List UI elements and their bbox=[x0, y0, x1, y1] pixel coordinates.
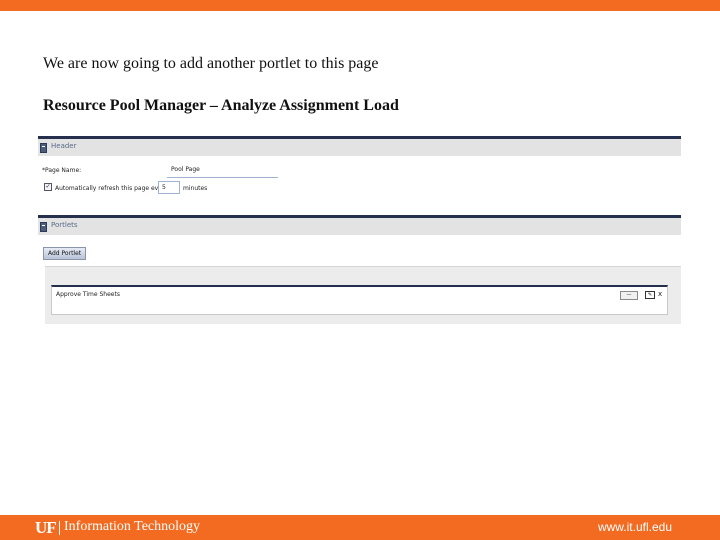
slide-intro-text: We are now going to add another portlet … bbox=[43, 55, 379, 72]
top-accent-bar bbox=[0, 0, 720, 11]
page-name-label: *Page Name: bbox=[42, 167, 82, 174]
uf-logo-mark: UF bbox=[35, 518, 57, 537]
collapse-toggle-icon[interactable] bbox=[40, 143, 47, 153]
minutes-label: minutes bbox=[183, 185, 208, 192]
logo-text: Information Technology bbox=[64, 519, 201, 534]
app-screenshot: Header *Page Name: ✓ Automatically refre… bbox=[38, 136, 681, 324]
close-icon[interactable]: x bbox=[658, 290, 662, 298]
portlet-title: Approve Time Sheets bbox=[56, 291, 120, 298]
portlet-options-select[interactable]: — bbox=[620, 291, 638, 300]
edit-icon[interactable]: ✎ bbox=[645, 291, 655, 299]
footer-url[interactable]: www.it.ufl.edu bbox=[598, 520, 672, 534]
header-section-bar[interactable]: Header bbox=[38, 136, 681, 156]
page-name-field[interactable] bbox=[167, 162, 278, 178]
add-portlet-button[interactable]: Add Portlet bbox=[43, 247, 87, 260]
logo-divider bbox=[59, 521, 60, 535]
portlet-card: Approve Time Sheets — ✎ x bbox=[51, 285, 668, 315]
footer-bar: UF Information Technology www.it.ufl.edu bbox=[0, 515, 720, 540]
auto-refresh-label: Automatically refresh this page every bbox=[55, 185, 168, 192]
collapse-toggle-icon[interactable] bbox=[40, 222, 47, 232]
refresh-interval-field[interactable] bbox=[158, 181, 180, 194]
header-section-title: Header bbox=[51, 142, 77, 150]
portlets-section-bar[interactable]: Portlets bbox=[38, 215, 681, 235]
auto-refresh-checkbox[interactable]: ✓ bbox=[44, 183, 52, 191]
portlet-area: Approve Time Sheets — ✎ x bbox=[45, 266, 681, 324]
slide-heading: Resource Pool Manager – Analyze Assignme… bbox=[43, 97, 399, 114]
portlets-section-title: Portlets bbox=[51, 221, 78, 229]
